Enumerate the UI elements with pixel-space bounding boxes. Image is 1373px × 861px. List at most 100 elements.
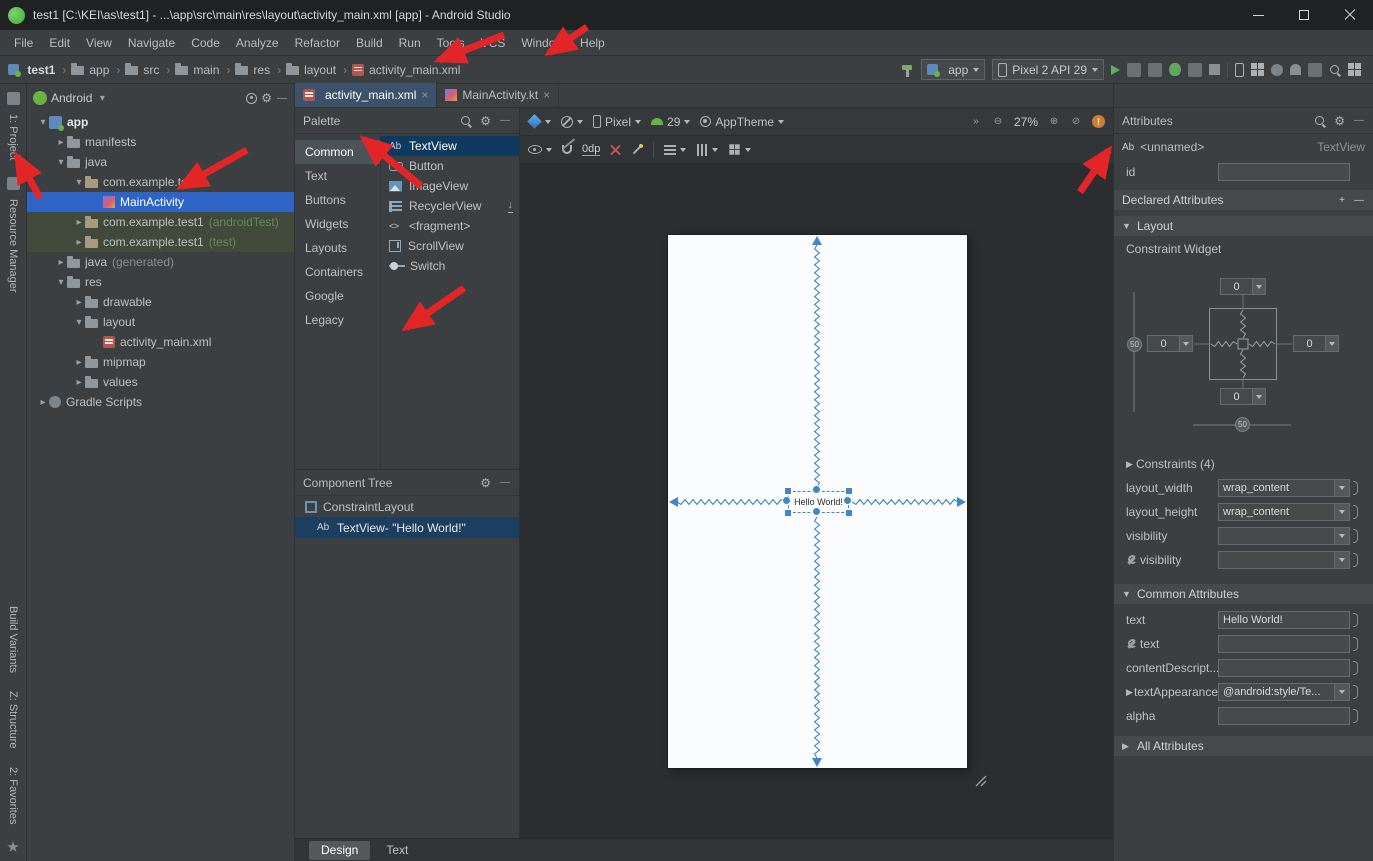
tab-activity-main-xml[interactable]: activity_main.xml ×: [295, 83, 437, 107]
resize-handle-sw[interactable]: [785, 510, 791, 516]
menu-refactor[interactable]: Refactor: [287, 32, 348, 54]
chevron-down-icon[interactable]: ▾: [73, 317, 85, 328]
text-input[interactable]: [1218, 611, 1350, 629]
tree-row-manifests[interactable]: ▸ manifests: [27, 132, 294, 152]
resize-handle-ne[interactable]: [846, 488, 852, 494]
project-view-select[interactable]: Android: [51, 91, 92, 105]
hide-panel-icon[interactable]: —: [276, 93, 288, 104]
layout-height-select[interactable]: wrap_content: [1218, 503, 1350, 521]
resource-flag-icon[interactable]: [1353, 481, 1358, 495]
chevron-down-icon[interactable]: ▾: [96, 93, 108, 104]
layout-inspector-icon[interactable]: [1251, 63, 1264, 76]
tool-window-project[interactable]: 1: Project: [7, 114, 19, 160]
profiler-icon[interactable]: [1188, 63, 1202, 77]
orientation-select[interactable]: [561, 116, 583, 128]
component-tree-constraintlayout[interactable]: ConstraintLayout: [295, 496, 519, 517]
notifications-icon[interactable]: [1290, 64, 1301, 75]
constraint-widget-square[interactable]: [1209, 308, 1277, 380]
resize-handle-se[interactable]: [846, 510, 852, 516]
device-select[interactable]: Pixel 2 API 29: [992, 59, 1104, 80]
alpha-input[interactable]: [1218, 707, 1350, 725]
tool-window-structure[interactable]: Z: Structure: [7, 691, 19, 748]
gear-icon[interactable]: ⚙: [480, 477, 491, 489]
margin-bottom-select[interactable]: 0: [1220, 388, 1266, 405]
close-tab-icon[interactable]: ×: [543, 89, 550, 101]
resource-flag-icon[interactable]: [1353, 553, 1358, 567]
chevron-down-icon[interactable]: ▾: [37, 117, 49, 128]
menu-window[interactable]: Window: [513, 32, 572, 54]
warnings-icon[interactable]: !: [1092, 115, 1105, 128]
all-attributes-section[interactable]: ▶ All Attributes: [1114, 736, 1373, 756]
horizontal-bias-knob[interactable]: 50: [1235, 417, 1250, 432]
tool-window-resource-manager[interactable]: Resource Manager: [7, 199, 19, 293]
layout-section[interactable]: ▼ Layout: [1114, 216, 1373, 236]
resize-handle-nw[interactable]: [785, 488, 791, 494]
visibility-select[interactable]: [1218, 527, 1350, 545]
tab-text[interactable]: Text: [374, 841, 420, 860]
palette-item-button[interactable]: Button: [381, 156, 519, 176]
gear-icon[interactable]: ⚙: [1334, 115, 1345, 127]
tree-row-app[interactable]: ▾ app: [27, 112, 294, 132]
tab-design[interactable]: Design: [309, 841, 370, 860]
zoom-to-fit-icon[interactable]: ⊘: [1070, 116, 1082, 127]
design-canvas-surface[interactable]: Hello World!: [520, 164, 1113, 838]
minimize-button[interactable]: [1235, 0, 1281, 30]
palette-category-google[interactable]: Google: [295, 284, 380, 308]
search-icon[interactable]: [460, 115, 472, 127]
stop-icon[interactable]: [1209, 64, 1220, 75]
chevron-right-icon[interactable]: ▸: [55, 137, 67, 148]
menu-tools[interactable]: Tools: [429, 32, 473, 54]
palette-item-switch[interactable]: Switch: [381, 256, 519, 276]
tree-row-gradle-scripts[interactable]: ▸ Gradle Scripts: [27, 392, 294, 412]
hide-panel-icon[interactable]: —: [499, 115, 511, 126]
constraints-section-row[interactable]: ▶ Constraints (4): [1114, 452, 1373, 476]
menu-file[interactable]: File: [6, 32, 41, 54]
tool-window-favorites[interactable]: 2: Favorites: [7, 767, 19, 824]
constraint-anchor-right[interactable]: [843, 496, 852, 505]
tool-windows-grid-icon[interactable]: [1348, 63, 1361, 76]
more-actions-icon[interactable]: »: [970, 116, 982, 127]
tools-visibility-select[interactable]: [1218, 551, 1350, 569]
search-icon[interactable]: [1314, 115, 1326, 127]
chevron-down-icon[interactable]: ▾: [55, 157, 67, 168]
gear-icon[interactable]: ⚙: [261, 92, 272, 104]
tree-row-mipmap[interactable]: ▸ mipmap: [27, 352, 294, 372]
palette-item-recyclerview[interactable]: RecyclerView ↓: [381, 196, 519, 216]
palette-category-legacy[interactable]: Legacy: [295, 308, 380, 332]
download-icon[interactable]: ↓: [508, 199, 514, 212]
palette-category-common[interactable]: Common: [295, 140, 380, 164]
breadcrumb-res[interactable]: res: [235, 63, 270, 77]
project-tool-icon[interactable]: [7, 92, 20, 105]
palette-item-imageview[interactable]: ImageView: [381, 176, 519, 196]
clear-constraints-icon[interactable]: [610, 144, 621, 155]
menu-view[interactable]: View: [78, 32, 120, 54]
api-version-select[interactable]: 29: [651, 115, 690, 129]
palette-category-layouts[interactable]: Layouts: [295, 236, 380, 260]
vertical-bias-track[interactable]: [1133, 292, 1135, 412]
palette-item-textview[interactable]: Ab TextView: [381, 136, 519, 156]
zoom-in-icon[interactable]: ⊕: [1048, 116, 1060, 127]
run-configuration-select[interactable]: app: [921, 59, 985, 80]
align-select[interactable]: [696, 145, 718, 155]
menu-edit[interactable]: Edit: [41, 32, 78, 54]
chevron-right-icon[interactable]: ▸: [55, 257, 67, 268]
gear-icon[interactable]: ⚙: [480, 115, 491, 127]
hide-panel-icon[interactable]: —: [499, 477, 511, 488]
tools-text-input[interactable]: [1218, 635, 1350, 653]
chevron-down-icon[interactable]: ▾: [55, 277, 67, 288]
menu-run[interactable]: Run: [391, 32, 429, 54]
resource-flag-icon[interactable]: [1353, 685, 1358, 699]
layout-width-select[interactable]: wrap_content: [1218, 479, 1350, 497]
breadcrumb-layout[interactable]: layout: [286, 63, 336, 77]
autoconnect-magnet-icon[interactable]: [562, 145, 572, 154]
margin-left-select[interactable]: 0: [1147, 335, 1193, 352]
breadcrumb-src[interactable]: src: [125, 63, 159, 77]
debug-icon[interactable]: [1169, 63, 1181, 76]
resource-flag-icon[interactable]: [1353, 529, 1358, 543]
tree-row-res[interactable]: ▾ res: [27, 272, 294, 292]
zoom-out-icon[interactable]: ⊖: [992, 116, 1004, 127]
locate-file-icon[interactable]: [246, 93, 257, 104]
palette-category-widgets[interactable]: Widgets: [295, 212, 380, 236]
margin-top-select[interactable]: 0: [1220, 278, 1266, 295]
maximize-button[interactable]: [1281, 0, 1327, 30]
